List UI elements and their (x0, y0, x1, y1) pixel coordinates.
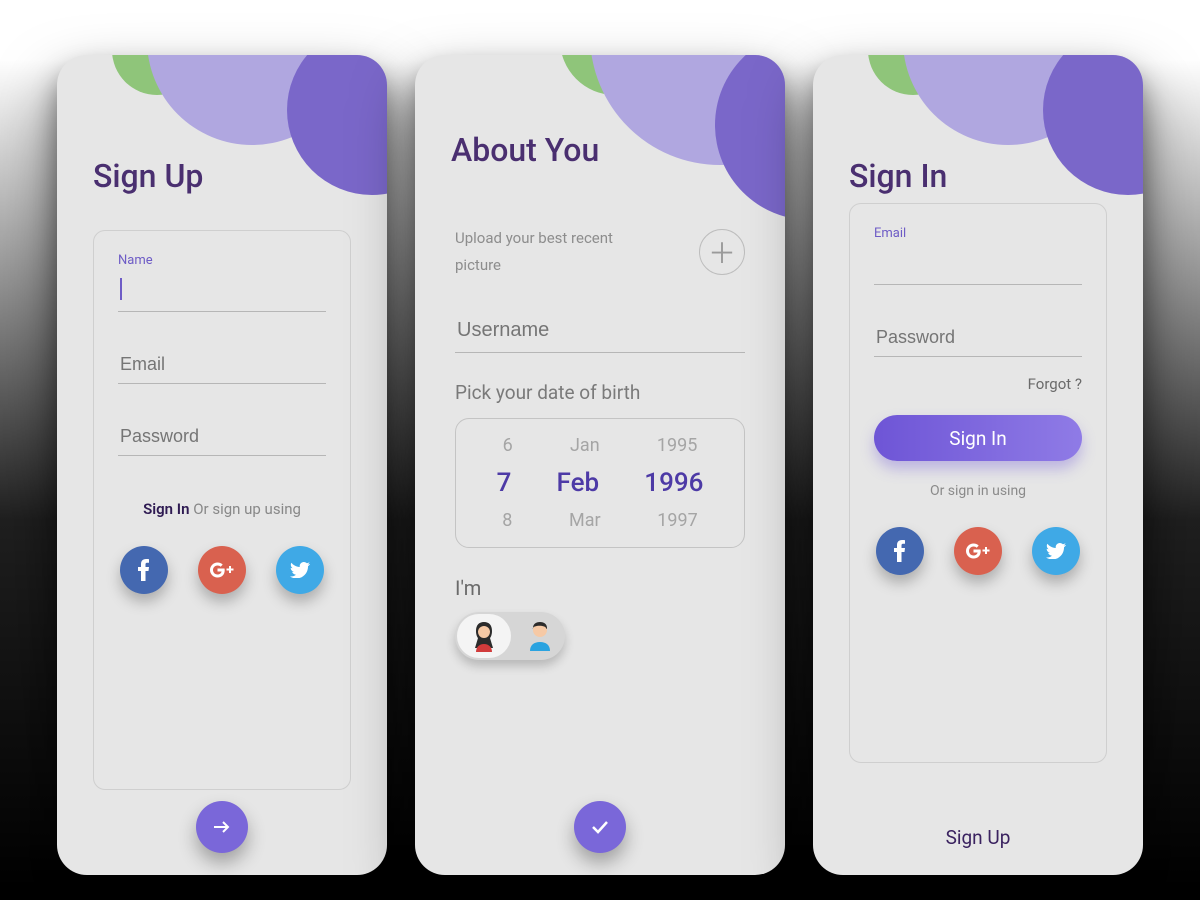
dob-row-selected: 7 Feb 1996 (474, 462, 726, 504)
avatar-female-icon (470, 620, 498, 652)
signin-button-label: Sign In (949, 427, 1006, 450)
confirm-button[interactable] (574, 801, 626, 853)
twitter-icon (1046, 543, 1066, 559)
dob-row-prev: 6 Jan 1995 (474, 429, 726, 462)
gender-selected-female (457, 614, 511, 658)
decor-circle-purple (287, 55, 387, 195)
signup-screen: Sign Up Name Sign In Or sign up using (57, 55, 387, 875)
upload-picture-button[interactable]: ＋ (699, 229, 745, 275)
email-input[interactable] (118, 346, 326, 384)
next-button[interactable] (196, 801, 248, 853)
page-title: Sign Up (93, 157, 203, 195)
google-plus-button[interactable] (954, 527, 1002, 575)
password-input[interactable] (118, 418, 326, 456)
gender-label: I'm (455, 576, 745, 600)
username-input[interactable] (455, 309, 745, 353)
google-plus-icon (966, 543, 990, 559)
gender-toggle[interactable] (455, 612, 565, 660)
about-you-screen: About You Upload your best recent pictur… (415, 55, 785, 875)
name-label: Name (118, 253, 326, 268)
forgot-password-link[interactable]: Forgot ? (874, 375, 1082, 393)
alt-signin-row: Sign In Or sign up using (118, 500, 326, 518)
about-form: Upload your best recent picture ＋ Pick y… (455, 225, 745, 660)
dob-picker[interactable]: 6 Jan 1995 7 Feb 1996 8 Mar 1997 (455, 418, 745, 548)
dob-label: Pick your date of birth (455, 381, 745, 404)
twitter-button[interactable] (276, 546, 324, 594)
twitter-icon (290, 562, 310, 578)
text-caret (120, 278, 122, 300)
signin-form: Email Forgot ? Sign In Or sign in using (849, 203, 1107, 763)
decor-circle-purple (1043, 55, 1143, 195)
decor-circle-purple (715, 55, 785, 220)
facebook-icon (138, 559, 150, 581)
social-row (874, 527, 1082, 575)
dob-row-next: 8 Mar 1997 (474, 504, 726, 537)
facebook-icon (894, 540, 906, 562)
email-input[interactable] (874, 247, 1082, 285)
signin-button[interactable]: Sign In (874, 415, 1082, 461)
upload-row: Upload your best recent picture ＋ (455, 225, 745, 279)
check-icon (591, 820, 609, 834)
twitter-button[interactable] (1032, 527, 1080, 575)
or-signup-using: Or sign up using (193, 500, 301, 518)
upload-caption: Upload your best recent picture (455, 225, 645, 279)
signin-screen: Sign In Email Forgot ? Sign In Or sign i… (813, 55, 1143, 875)
page-title: About You (451, 131, 599, 169)
signup-form: Name Sign In Or sign up using (93, 230, 351, 790)
facebook-button[interactable] (120, 546, 168, 594)
google-plus-button[interactable] (198, 546, 246, 594)
gender-option-male (527, 621, 553, 651)
google-plus-icon (210, 562, 234, 578)
name-input[interactable] (118, 274, 326, 312)
signin-link[interactable]: Sign In (143, 500, 189, 518)
page-title: Sign In (849, 157, 947, 195)
password-input[interactable] (874, 319, 1082, 357)
social-row (118, 546, 326, 594)
signup-link[interactable]: Sign Up (813, 826, 1143, 849)
arrow-right-icon (212, 820, 232, 834)
email-label: Email (874, 226, 1082, 241)
avatar-male-icon (527, 621, 553, 651)
or-signin-using: Or sign in using (874, 483, 1082, 499)
facebook-button[interactable] (876, 527, 924, 575)
plus-icon: ＋ (708, 232, 736, 272)
